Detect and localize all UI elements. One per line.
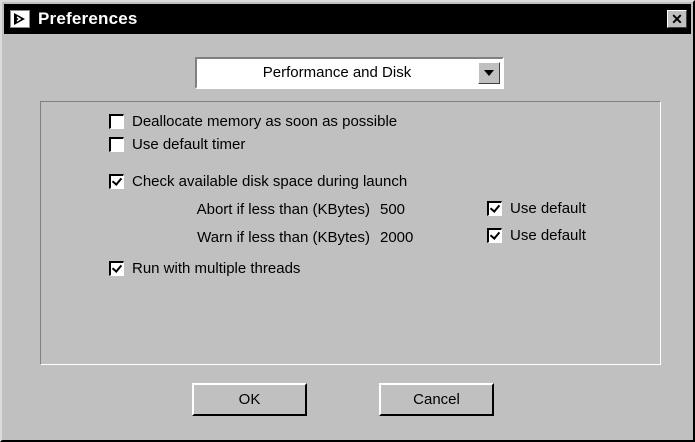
close-button[interactable]: ✕ xyxy=(667,10,687,28)
multiple-threads-label: Run with multiple threads xyxy=(132,260,301,277)
warn-use-default-option[interactable]: Use default xyxy=(487,227,586,244)
deallocate-memory-label: Deallocate memory as soon as possible xyxy=(132,113,398,130)
warn-use-default-checkbox[interactable] xyxy=(487,228,502,243)
category-dropdown[interactable]: Performance and Disk xyxy=(195,57,504,89)
warn-threshold-label: Warn if less than (KBytes) xyxy=(197,229,370,246)
chevron-down-icon[interactable] xyxy=(478,62,500,84)
default-timer-label: Use default timer xyxy=(132,136,246,153)
labview-app-icon xyxy=(10,10,30,28)
ok-button[interactable]: OK xyxy=(192,383,307,416)
deallocate-memory-option[interactable]: Deallocate memory as soon as possible xyxy=(109,113,397,130)
abort-use-default-checkbox[interactable] xyxy=(487,201,502,216)
category-dropdown-value: Performance and Disk xyxy=(262,64,412,81)
default-timer-option[interactable]: Use default timer xyxy=(109,136,245,153)
deallocate-memory-checkbox[interactable] xyxy=(109,114,124,129)
abort-threshold-label: Abort if less than (KBytes) xyxy=(196,201,370,218)
check-disk-space-label: Check available disk space during launch xyxy=(132,173,408,190)
abort-use-default-label: Use default xyxy=(510,200,586,217)
warn-use-default-label: Use default xyxy=(510,227,586,244)
default-timer-checkbox[interactable] xyxy=(109,137,124,152)
window-title: Preferences xyxy=(38,9,138,28)
multiple-threads-checkbox[interactable] xyxy=(109,261,124,276)
multiple-threads-option[interactable]: Run with multiple threads xyxy=(109,260,300,277)
check-disk-space-option[interactable]: Check available disk space during launch xyxy=(109,173,407,190)
check-disk-space-checkbox[interactable] xyxy=(109,174,124,189)
title-bar[interactable]: Preferences ✕ xyxy=(4,4,691,34)
preferences-dialog: Preferences ✕ Performance and Disk Deall… xyxy=(0,0,695,442)
warn-threshold-value[interactable]: 2000 xyxy=(380,229,413,246)
abort-use-default-option[interactable]: Use default xyxy=(487,200,586,217)
cancel-button[interactable]: Cancel xyxy=(379,383,494,416)
abort-threshold-value[interactable]: 500 xyxy=(380,201,405,218)
